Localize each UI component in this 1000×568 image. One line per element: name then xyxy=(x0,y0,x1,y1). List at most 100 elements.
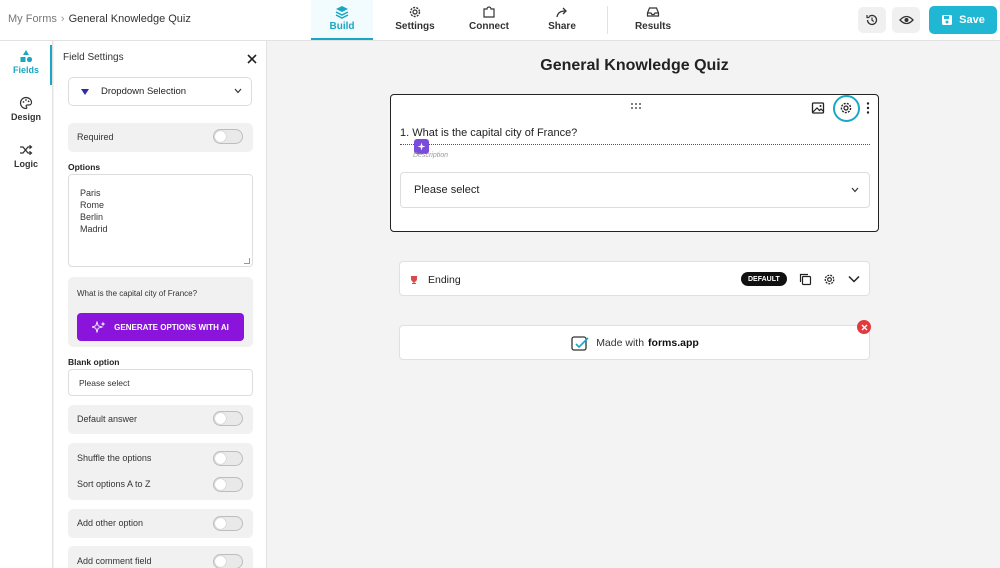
tab-settings[interactable]: Settings xyxy=(388,0,442,40)
add-comment-row: Add comment field xyxy=(68,546,253,568)
rail-item-logic[interactable]: Logic xyxy=(0,139,52,179)
ai-question-text: What is the capital city of France? xyxy=(77,289,198,298)
rail-item-design-label: Design xyxy=(10,112,41,122)
answer-dropdown[interactable]: Please select xyxy=(400,172,870,208)
answer-dropdown-value: Please select xyxy=(414,184,480,196)
ai-options-card: What is the capital city of France? GENE… xyxy=(68,277,253,347)
tab-build[interactable]: Build xyxy=(311,0,373,40)
gear-icon[interactable] xyxy=(823,273,836,286)
shuffle-icon xyxy=(20,144,33,156)
tab-connect[interactable]: Connect xyxy=(462,0,516,40)
shuffle-options-label: Shuffle the options xyxy=(77,453,152,463)
copy-icon[interactable] xyxy=(799,273,812,286)
question-underline xyxy=(400,144,870,145)
sort-options-label: Sort options A to Z xyxy=(77,479,151,489)
rail-item-design[interactable]: Design xyxy=(0,92,52,132)
resize-handle[interactable] xyxy=(244,258,250,264)
made-with-banner[interactable]: Made with forms.app xyxy=(399,325,870,360)
required-row: Required xyxy=(68,123,253,152)
ending-label: Ending xyxy=(428,274,461,286)
question-card[interactable]: 1. What is the capital city of France? D… xyxy=(390,94,879,232)
save-button[interactable]: Save xyxy=(929,6,997,34)
question-text[interactable]: 1. What is the capital city of France? xyxy=(400,127,577,139)
preview-button[interactable] xyxy=(892,7,920,33)
options-textarea[interactable]: Paris Rome Berlin Madrid xyxy=(68,174,253,267)
breadcrumb-root[interactable]: My Forms xyxy=(8,13,57,25)
options-text: Paris Rome Berlin Madrid xyxy=(80,188,108,234)
more-vertical-icon[interactable] xyxy=(866,101,870,115)
close-icon xyxy=(861,324,867,330)
history-button[interactable] xyxy=(858,7,886,33)
description-placeholder[interactable]: Description xyxy=(413,152,448,159)
default-answer-label: Default answer xyxy=(77,414,138,424)
layers-icon xyxy=(335,6,349,19)
tab-results-label: Results xyxy=(634,21,672,32)
shuffle-options-toggle[interactable] xyxy=(213,451,243,466)
required-toggle[interactable] xyxy=(213,129,243,144)
add-other-row: Add other option xyxy=(68,509,253,538)
inbox-icon xyxy=(646,7,660,17)
blank-option-input[interactable]: Please select xyxy=(68,369,253,396)
chevron-down-icon[interactable] xyxy=(848,275,860,283)
default-answer-toggle[interactable] xyxy=(213,411,243,426)
generate-options-ai-label: GENERATE OPTIONS WITH AI xyxy=(114,322,229,332)
blank-option-label: Blank option xyxy=(68,357,120,367)
add-comment-toggle[interactable] xyxy=(213,554,243,568)
close-icon[interactable] xyxy=(244,51,260,67)
chevron-down-icon xyxy=(234,88,242,94)
ordering-card: Shuffle the options Sort options A to Z xyxy=(68,443,253,500)
default-badge: DEFAULT xyxy=(741,272,787,286)
generate-options-ai-button[interactable]: GENERATE OPTIONS WITH AI xyxy=(77,313,244,341)
panel-title: Field Settings xyxy=(63,52,124,63)
rail-item-logic-label: Logic xyxy=(14,159,38,169)
tab-share[interactable]: Share xyxy=(535,0,589,40)
tab-results[interactable]: Results xyxy=(626,0,680,40)
sparkle-icon xyxy=(417,142,426,151)
field-type-select[interactable]: Dropdown Selection xyxy=(68,77,252,106)
add-comment-label: Add comment field xyxy=(77,556,152,566)
made-with-prefix: Made with xyxy=(596,336,645,349)
blank-option-value: Please select xyxy=(79,377,130,388)
forms-app-logo-icon xyxy=(571,335,589,351)
trophy-icon xyxy=(411,276,417,284)
tab-share-label: Share xyxy=(548,21,576,32)
rail-item-fields-label: Fields xyxy=(12,65,39,75)
left-rail: Fields Design Logic xyxy=(0,41,53,568)
made-with-brand: forms.app xyxy=(648,336,699,349)
drag-handle-icon[interactable] xyxy=(630,102,642,110)
add-other-toggle[interactable] xyxy=(213,516,243,531)
field-type-value: Dropdown Selection xyxy=(101,86,187,97)
options-label: Options xyxy=(68,162,101,172)
dropdown-type-icon xyxy=(81,88,89,95)
remove-branding-button[interactable] xyxy=(857,320,871,334)
required-label: Required xyxy=(77,132,114,142)
puzzle-icon xyxy=(483,6,495,18)
history-icon xyxy=(866,14,878,26)
tab-build-label: Build xyxy=(329,21,355,32)
gear-icon[interactable] xyxy=(839,101,853,115)
add-other-label: Add other option xyxy=(77,518,144,528)
eye-icon xyxy=(898,15,914,25)
floppy-disk-icon xyxy=(942,15,953,25)
rail-item-fields[interactable]: Fields xyxy=(0,45,52,85)
tab-settings-label: Settings xyxy=(395,21,435,32)
ending-card[interactable]: Ending DEFAULT xyxy=(399,261,870,296)
tab-connect-label: Connect xyxy=(469,21,509,32)
chevron-down-icon xyxy=(851,187,859,193)
breadcrumb-current: General Knowledge Quiz xyxy=(68,13,191,25)
breadcrumb: My Forms › General Knowledge Quiz xyxy=(8,13,191,25)
shapes-icon xyxy=(20,50,33,63)
save-button-label: Save xyxy=(959,14,985,26)
image-icon[interactable] xyxy=(811,101,825,115)
palette-icon xyxy=(19,96,33,110)
breadcrumb-separator: › xyxy=(60,13,65,25)
default-answer-row: Default answer xyxy=(68,405,253,434)
field-settings-panel: Field Settings Dropdown Selection Requir… xyxy=(54,41,267,568)
sort-options-toggle[interactable] xyxy=(213,477,243,492)
sparkle-icon xyxy=(92,321,106,333)
top-bar: My Forms › General Knowledge Quiz Build Se… xyxy=(0,0,1000,41)
form-title[interactable]: General Knowledge Quiz xyxy=(389,57,880,75)
nav-divider xyxy=(607,6,608,34)
share-icon xyxy=(556,7,567,18)
gear-icon xyxy=(409,6,421,18)
